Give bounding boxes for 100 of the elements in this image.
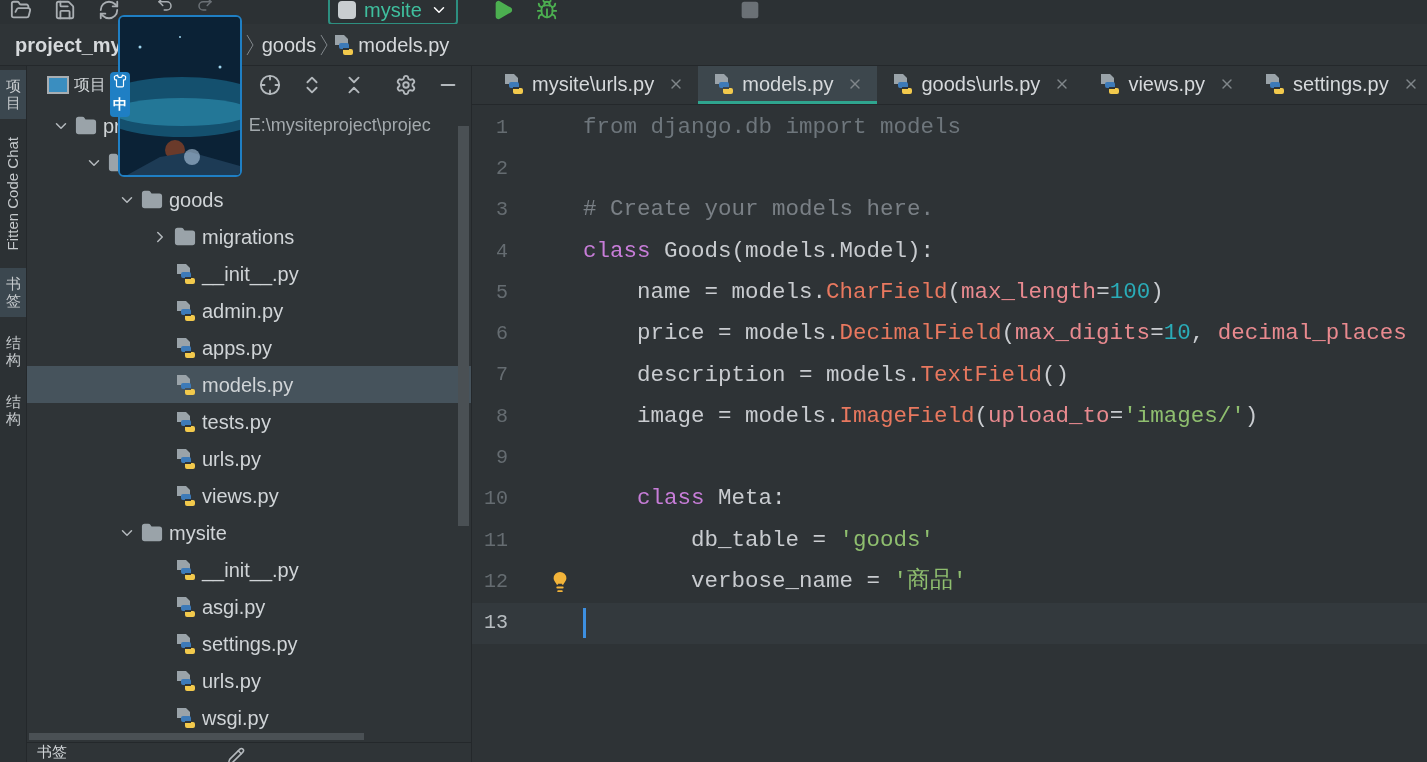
tree-item-label: settings.py bbox=[202, 631, 298, 657]
tool-window-button[interactable]: 结构 bbox=[0, 327, 26, 377]
folder-icon bbox=[141, 521, 163, 544]
tree-item[interactable]: apps.py bbox=[27, 329, 471, 366]
code-line: description = models.TextField() bbox=[636, 360, 1070, 390]
line-number: 10 bbox=[483, 486, 508, 513]
tree-item-label: mysite bbox=[169, 520, 227, 546]
python-file-icon bbox=[1098, 72, 1121, 95]
code-line: image = models.ImageField(upload_to='images/') bbox=[636, 401, 1259, 431]
tree-item-label: migrations bbox=[202, 224, 295, 250]
tree-item[interactable]: asgi.py bbox=[27, 588, 471, 625]
python-file-icon bbox=[174, 706, 196, 729]
code-line: price = models.DecimalField(max_digits=10, decimal_places bbox=[636, 319, 1407, 349]
line-number: 4 bbox=[495, 238, 508, 265]
tree-item[interactable]: admin.py bbox=[27, 292, 471, 329]
code-line: db_table = 'goods' bbox=[690, 525, 935, 555]
editor-tab[interactable]: mysite\urls.py bbox=[488, 66, 699, 104]
edit-icon[interactable] bbox=[227, 747, 245, 762]
line-number: 11 bbox=[483, 527, 508, 554]
tree-item-label: __init__.py bbox=[202, 261, 299, 288]
python-file-icon bbox=[174, 447, 196, 470]
save-icon[interactable] bbox=[54, 0, 76, 21]
tool-window-button[interactable]: 书签 bbox=[0, 268, 26, 318]
python-file-icon bbox=[174, 410, 196, 433]
tree-item[interactable]: __init__.py bbox=[27, 255, 471, 292]
input-method-badge[interactable]: 中 bbox=[110, 72, 130, 117]
locate-icon[interactable] bbox=[259, 74, 281, 96]
line-number: 6 bbox=[495, 321, 508, 348]
folder-icon bbox=[141, 188, 163, 211]
line-number: 3 bbox=[495, 197, 508, 224]
python-file-icon bbox=[174, 336, 196, 359]
python-file-icon bbox=[174, 262, 196, 285]
python-file-icon bbox=[174, 558, 196, 581]
tool-window-button[interactable]: Fitten Code Chat bbox=[0, 129, 26, 259]
line-number: 7 bbox=[495, 362, 508, 389]
python-file-icon bbox=[174, 632, 196, 655]
python-file-icon bbox=[1263, 72, 1286, 95]
tool-window-label: 项目 bbox=[5, 78, 21, 111]
tree-item-label: wsgi.py bbox=[202, 705, 269, 731]
tree-item[interactable]: mysite bbox=[27, 514, 471, 551]
python-file-icon bbox=[712, 72, 735, 95]
run-config-dropdown[interactable]: mysite bbox=[328, 0, 458, 24]
redo-icon[interactable] bbox=[196, 0, 214, 13]
tree-item[interactable]: urls.py bbox=[27, 440, 471, 477]
stop-icon[interactable] bbox=[739, 0, 760, 20]
line-number: 12 bbox=[483, 568, 508, 595]
debug-icon[interactable] bbox=[535, 0, 558, 21]
editor-tab[interactable]: settings.py bbox=[1249, 66, 1427, 104]
tree-item-label: goods bbox=[169, 187, 224, 213]
editor-tab[interactable]: goods\urls.py bbox=[877, 66, 1085, 104]
horizontal-scrollbar[interactable] bbox=[29, 733, 364, 740]
tree-item[interactable]: wsgi.py bbox=[27, 699, 471, 736]
python-file-icon bbox=[174, 373, 196, 396]
line-number: 8 bbox=[495, 403, 508, 430]
open-icon[interactable] bbox=[10, 0, 32, 21]
refresh-icon[interactable] bbox=[98, 0, 120, 21]
python-file-icon bbox=[174, 595, 196, 618]
undo-icon[interactable] bbox=[156, 0, 174, 13]
tool-window-label: 结构 bbox=[5, 335, 21, 369]
python-file-icon bbox=[332, 33, 355, 56]
tree-item-label: apps.py bbox=[202, 335, 273, 361]
tree-item[interactable]: models.py bbox=[27, 366, 471, 403]
python-file-icon bbox=[891, 72, 914, 95]
python-file-icon bbox=[174, 299, 196, 322]
tree-item[interactable]: migrations bbox=[27, 218, 471, 255]
shirt-icon[interactable] bbox=[113, 74, 127, 88]
settings-icon[interactable] bbox=[395, 74, 417, 96]
breadcrumb-separator-icon bbox=[245, 33, 254, 56]
python-file-icon bbox=[502, 72, 524, 95]
tree-item[interactable]: goods bbox=[27, 181, 471, 218]
tree-item-label: asgi.py bbox=[202, 594, 266, 620]
code-line: name = models.CharField(max_length=100) bbox=[636, 277, 1164, 307]
editor-tab[interactable]: models.py bbox=[698, 66, 878, 104]
line-number: 1 bbox=[495, 114, 508, 141]
python-file-icon bbox=[174, 669, 196, 692]
code-line: class Meta: bbox=[636, 484, 786, 514]
tool-window-button[interactable]: 结构 bbox=[0, 386, 26, 436]
breadcrumb-item[interactable]: models.py bbox=[358, 29, 450, 60]
tool-window-label: 结构 bbox=[5, 394, 21, 428]
folder-icon bbox=[174, 225, 196, 248]
breadcrumb-item[interactable]: goods bbox=[261, 29, 317, 60]
tree-item[interactable]: __init__.py bbox=[27, 551, 471, 588]
code-line: verbose_name = '商品' bbox=[690, 566, 967, 597]
tree-item[interactable]: urls.py bbox=[27, 662, 471, 699]
code-line: class Goods(models.Model): bbox=[583, 236, 935, 266]
tree-item[interactable]: views.py bbox=[27, 477, 471, 514]
tree-item-label: urls.py bbox=[202, 446, 261, 472]
vertical-scrollbar[interactable] bbox=[458, 126, 469, 526]
tree-item[interactable]: settings.py bbox=[27, 625, 471, 662]
line-number: 13 bbox=[483, 610, 508, 637]
bookmarks-panel-title: 书签 bbox=[37, 743, 67, 761]
editor-tab[interactable]: views.py bbox=[1084, 66, 1250, 104]
line-number: 2 bbox=[495, 155, 508, 182]
tree-item[interactable]: tests.py bbox=[27, 403, 471, 440]
tree-item-label: admin.py bbox=[202, 298, 284, 324]
tree-item-label: __init__.py bbox=[202, 557, 299, 584]
tool-window-button[interactable]: 项目 bbox=[0, 70, 26, 119]
breadcrumb-item[interactable]: project_my bbox=[15, 29, 122, 60]
panel-title-button[interactable]: 项目 bbox=[47, 73, 106, 97]
text-cursor bbox=[583, 608, 586, 639]
